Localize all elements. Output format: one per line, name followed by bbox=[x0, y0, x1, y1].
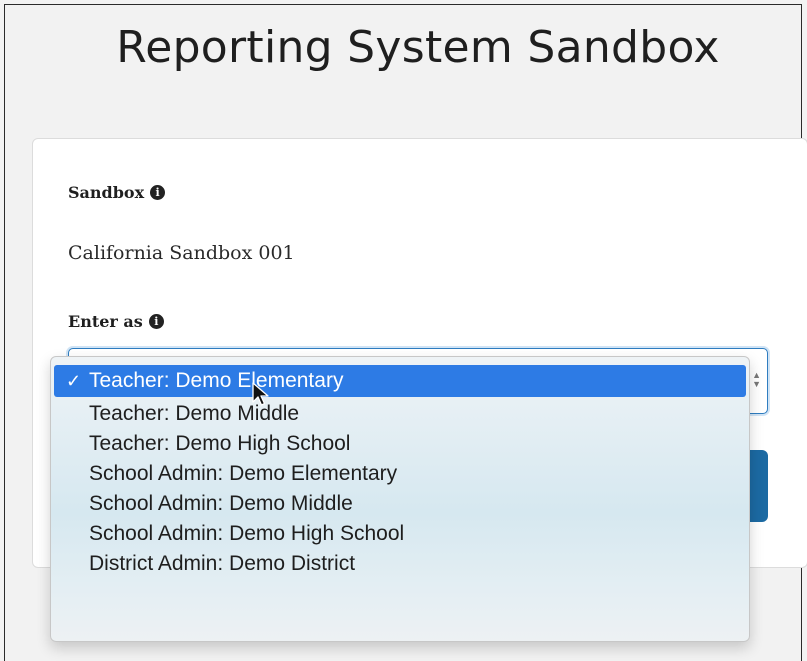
option-label: District Admin: Demo District bbox=[89, 552, 356, 575]
info-icon[interactable]: i bbox=[148, 314, 164, 329]
dropdown-option-school-admin-demo-middle[interactable]: School Admin: Demo Middle bbox=[51, 489, 749, 519]
sandbox-label: Sandbox i bbox=[68, 183, 166, 202]
mouse-pointer-icon bbox=[252, 382, 269, 406]
dropdown-option-school-admin-demo-elementary[interactable]: School Admin: Demo Elementary bbox=[51, 459, 749, 489]
enter-as-dropdown-list[interactable]: ✓ Teacher: Demo Elementary Teacher: Demo… bbox=[50, 356, 750, 642]
enter-as-label-text: Enter as bbox=[68, 312, 143, 331]
dropdown-option-district-admin-demo-district[interactable]: District Admin: Demo District bbox=[51, 549, 749, 579]
dropdown-option-teacher-demo-high-school[interactable]: Teacher: Demo High School bbox=[51, 429, 749, 459]
option-label: School Admin: Demo High School bbox=[89, 522, 405, 545]
info-icon[interactable]: i bbox=[150, 185, 166, 200]
dropdown-option-school-admin-demo-high-school[interactable]: School Admin: Demo High School bbox=[51, 519, 749, 549]
option-label: School Admin: Demo Middle bbox=[89, 492, 353, 515]
option-label: School Admin: Demo Elementary bbox=[89, 462, 398, 485]
dropdown-option-teacher-demo-middle[interactable]: Teacher: Demo Middle bbox=[51, 399, 749, 429]
option-label: Teacher: Demo Elementary bbox=[89, 369, 344, 392]
sandbox-value: California Sandbox 001 bbox=[68, 242, 295, 264]
dropdown-option-teacher-demo-elementary[interactable]: ✓ Teacher: Demo Elementary bbox=[54, 365, 746, 397]
checkmark-icon: ✓ bbox=[66, 371, 82, 391]
page-title: Reporting System Sandbox bbox=[116, 22, 720, 73]
select-arrows-icon: ▲ ▼ bbox=[752, 370, 761, 389]
sandbox-label-text: Sandbox bbox=[68, 183, 145, 202]
enter-as-label: Enter as i bbox=[68, 312, 164, 331]
option-label: Teacher: Demo High School bbox=[89, 432, 351, 455]
